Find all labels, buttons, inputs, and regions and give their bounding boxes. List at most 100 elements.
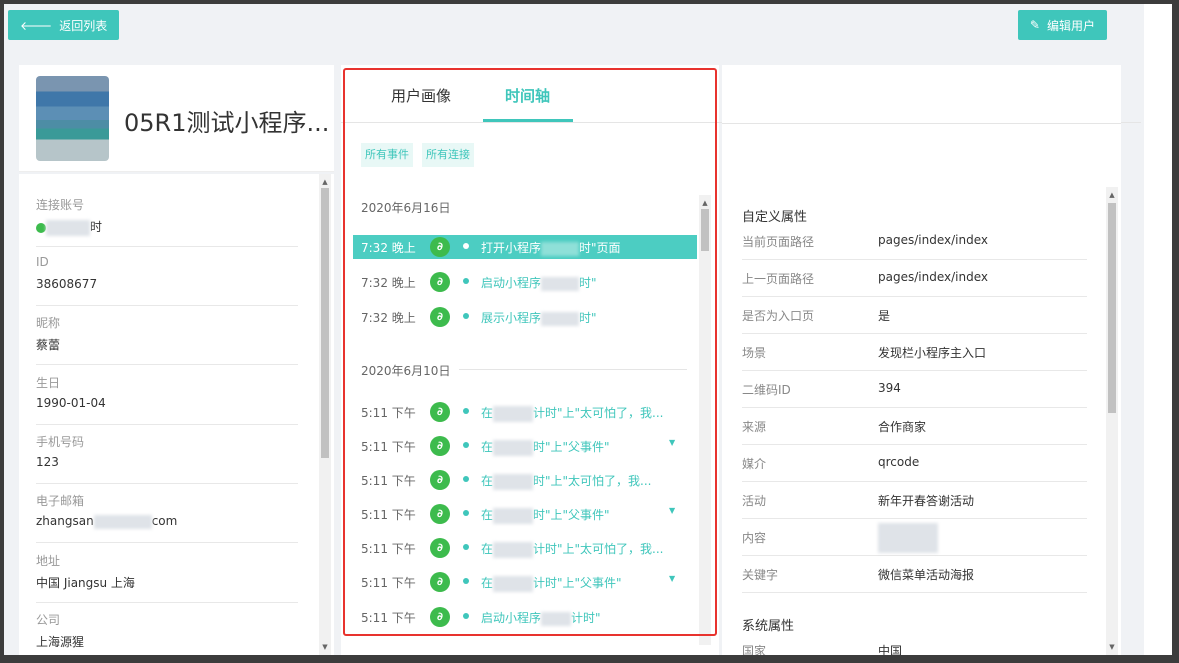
pencil-icon: ✎: [1029, 18, 1040, 32]
blurred-text: [493, 439, 534, 456]
event-text: 在 计时"上"太可怕了，我...: [481, 540, 664, 558]
event-text-prefix: 在: [481, 406, 494, 420]
field-value: 上海源猩: [36, 635, 85, 649]
timeline-scrollbar[interactable]: ▲: [699, 195, 711, 645]
field-email: 电子邮箱 zhangsan com: [36, 484, 298, 543]
timeline-event[interactable]: 5:11 下午 ∂ 启动小程序 计时": [353, 605, 697, 629]
blurred-text: [46, 219, 90, 236]
event-time: 5:11 下午: [361, 406, 416, 420]
timeline-dot: [463, 476, 469, 482]
wechat-icon: [36, 222, 46, 233]
edit-user-button[interactable]: ✎ 编辑用户: [1017, 10, 1107, 40]
scroll-thumb[interactable]: [701, 209, 709, 251]
profile-scrollbar[interactable]: ▲ ▼: [319, 174, 331, 655]
blurred-text: [493, 473, 534, 490]
email-suffix: com: [151, 514, 178, 528]
timeline-event[interactable]: 7:32 晚上 ∂ 展示小程序 时": [353, 305, 697, 329]
event-text-suffix: 计时": [571, 611, 601, 625]
timeline-event[interactable]: 7:32 晚上 ∂ 启动小程序 时": [353, 270, 697, 294]
event-text-suffix: 时": [579, 276, 597, 290]
timeline-panel: 用户画像 时间轴 所有事件 所有连接 2020年6月16日 7:32 晚上 ∂ …: [341, 65, 1141, 655]
prop-value: 中国: [878, 644, 903, 655]
tab-user-portrait[interactable]: 用户画像: [391, 85, 451, 106]
event-text-suffix: 计时"上"父事件": [533, 576, 622, 590]
event-time: 7:32 晚上: [361, 276, 416, 290]
field-phone: 手机号码 123: [36, 425, 298, 484]
prop-key: 来源: [742, 420, 767, 434]
event-text-suffix: 计时"上"太可怕了，我...: [533, 542, 664, 556]
timeline-event[interactable]: 5:11 下午 ∂ 在 时"上"父事件" ▼: [353, 502, 697, 526]
timeline-event[interactable]: 5:11 下午 ∂ 在 时"上"太可怕了，我...: [353, 468, 697, 492]
scroll-down-icon[interactable]: ▼: [319, 641, 331, 653]
prop-key: 媒介: [742, 457, 767, 471]
timeline-event[interactable]: 7:32 晚上 ∂ 打开小程序 时"页面: [353, 235, 697, 259]
event-time: 5:11 下午: [361, 508, 416, 522]
event-time: 5:11 下午: [361, 542, 416, 556]
prop-key: 国家: [742, 644, 767, 655]
back-label: 返回列表: [59, 18, 108, 33]
timeline-event[interactable]: 5:11 下午 ∂ 在 时"上"父事件" ▼: [353, 434, 697, 458]
back-to-list-button[interactable]: 🡐 返回列表: [8, 10, 120, 40]
miniprogram-icon: ∂: [430, 572, 450, 592]
field-label: ID: [36, 255, 49, 269]
date-divider: [459, 369, 687, 370]
timeline-date: 2020年6月16日: [361, 201, 451, 215]
event-time: 5:11 下午: [361, 474, 416, 488]
prop-key: 关键字: [742, 568, 779, 582]
scroll-up-icon[interactable]: ▲: [699, 197, 711, 209]
timeline-dot: [463, 442, 469, 448]
prop-row: 来源 合作商家: [742, 408, 1087, 445]
event-text-suffix: 计时"上"太可怕了，我...: [533, 406, 664, 420]
prop-row: 国家 中国: [742, 632, 1087, 655]
properties-scrollbar[interactable]: ▲ ▼: [1106, 187, 1118, 655]
field-value: 123: [36, 455, 59, 469]
event-text-prefix: 启动小程序: [481, 611, 542, 625]
field-nickname: 昵称 蔡蕾: [36, 306, 298, 365]
profile-panel: 连接账号 时 ID 38608677 昵称 蔡蕾 生日 1990-01-04 手…: [19, 174, 334, 655]
scroll-thumb[interactable]: [321, 188, 329, 458]
scroll-down-icon[interactable]: ▼: [1106, 641, 1118, 653]
tab-timeline[interactable]: 时间轴: [505, 85, 550, 106]
prop-row: 关键字 微信菜单活动海报: [742, 556, 1087, 593]
event-text: 在 时"上"太可怕了，我...: [481, 472, 652, 490]
blurred-text: [541, 311, 580, 326]
field-value-text: 时: [90, 220, 103, 234]
chevron-down-icon[interactable]: ▼: [669, 574, 675, 583]
timeline-event[interactable]: 5:11 下午 ∂ 在 计时"上"太可怕了，我...: [353, 400, 697, 424]
scroll-up-icon[interactable]: ▲: [319, 176, 331, 188]
properties-panel: 自定义属性 当前页面路径 pages/index/index 上一页面路径 page…: [722, 65, 1121, 655]
field-value: zhangsan com: [36, 514, 177, 529]
filter-all-events[interactable]: 所有事件: [361, 143, 413, 167]
event-text: 在 时"上"父事件": [481, 438, 610, 456]
field-account: 连接账号 时: [36, 188, 298, 247]
timeline-dot: [463, 278, 469, 284]
prop-row: 当前页面路径 pages/index/index: [742, 223, 1087, 260]
filter-all-connections[interactable]: 所有连接: [422, 143, 474, 167]
top-toolbar: 🡐 返回列表 ✎ 编辑用户: [4, 4, 1144, 50]
miniprogram-icon: ∂: [430, 237, 450, 257]
chevron-down-icon[interactable]: ▼: [669, 438, 675, 447]
event-text-suffix: 时"上"父事件": [533, 508, 610, 522]
user-name: 05R1测试小程序...: [124, 109, 330, 137]
chevron-down-icon[interactable]: ▼: [669, 506, 675, 515]
prop-key: 活动: [742, 494, 767, 508]
prop-value: [878, 523, 938, 553]
timeline-event[interactable]: 5:11 下午 ∂ 在 计时"上"父事件" ▼: [353, 570, 697, 594]
avatar: [36, 76, 109, 161]
event-text-prefix: 在: [481, 440, 494, 454]
blurred-text: [541, 276, 580, 291]
prop-row: 场景 发现栏小程序主入口: [742, 334, 1087, 371]
field-label: 连接账号: [36, 198, 85, 212]
scroll-up-icon[interactable]: ▲: [1106, 189, 1118, 201]
event-text-prefix: 启动小程序: [481, 276, 542, 290]
prop-key: 当前页面路径: [742, 235, 815, 249]
prop-value: pages/index/index: [878, 233, 988, 247]
miniprogram-icon: ∂: [430, 307, 450, 327]
scroll-thumb[interactable]: [1108, 203, 1116, 413]
timeline-event[interactable]: 5:11 下午 ∂ 在 计时"上"太可怕了，我...: [353, 536, 697, 560]
field-value: 38608677: [36, 277, 98, 291]
edit-label: 编辑用户: [1046, 18, 1095, 33]
prop-key: 二维码ID: [742, 383, 791, 397]
event-time: 5:11 下午: [361, 576, 416, 590]
prop-value: 发现栏小程序主入口: [878, 346, 987, 360]
